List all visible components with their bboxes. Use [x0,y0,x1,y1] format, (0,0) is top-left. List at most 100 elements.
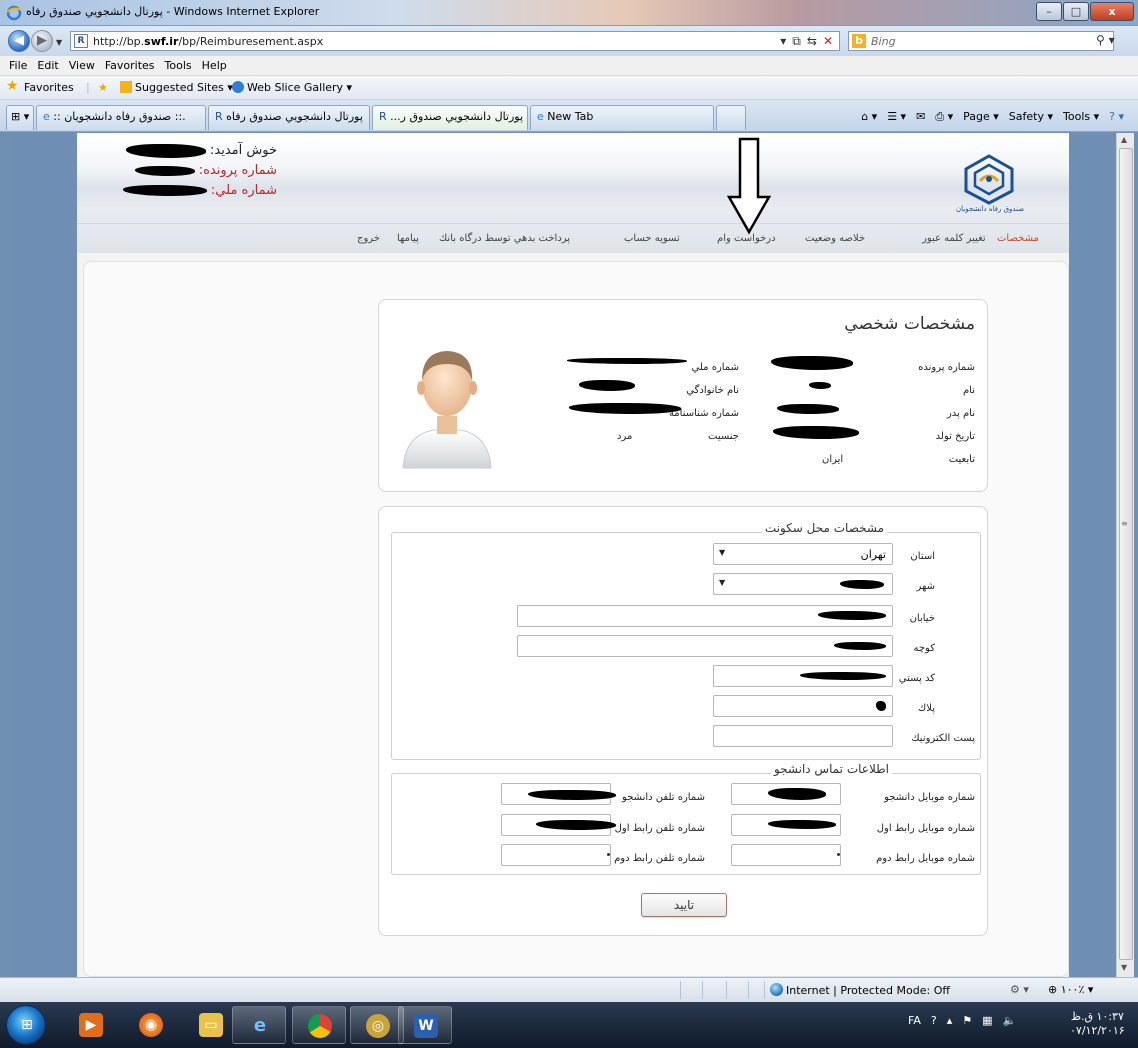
taskbar-word[interactable]: W [398,1006,452,1044]
security-zone[interactable]: Internet | Protected Mode: Off [770,983,950,997]
web-slice-gallery-link[interactable]: Web Slice Gallery ▾ [232,81,352,94]
home-icon[interactable]: ⌂ ▾ [861,110,877,124]
recent-pages-dropdown-icon[interactable]: ▼ [56,38,62,47]
nav-messages[interactable]: پيامها [397,233,419,244]
protected-mode-icon[interactable]: ⚙ ▾ [1010,983,1029,996]
city-label: شهر [916,581,935,592]
first-contact-phone-input[interactable] [501,814,616,836]
menu-edit[interactable]: Edit [32,56,63,75]
page-menu[interactable]: Page ▾ [963,110,999,124]
second-contact-mobile-input[interactable] [731,844,841,866]
favorites-button[interactable]: Favorites [24,81,74,94]
safety-menu[interactable]: Safety ▾ [1009,110,1053,124]
nav-profile[interactable]: مشخصات [997,233,1039,244]
alley-label: كوچه [913,643,935,654]
taskbar-internet-explorer[interactable]: e [232,1006,286,1044]
nav-logout[interactable]: خروج [357,233,380,244]
scroll-thumb[interactable] [1119,148,1133,960]
postal-code-input[interactable] [713,665,893,687]
student-mobile-input[interactable] [731,783,841,805]
file-number-label: شماره پرونده [918,362,975,373]
search-input[interactable]: b Bing [848,31,1114,51]
scroll-up-icon[interactable]: ▲ [1121,135,1127,144]
language-indicator[interactable]: FA [908,1014,921,1027]
redacted-first-contact-mobile [768,820,836,829]
city-select[interactable]: ▼ [713,573,893,595]
stop-icon[interactable]: ✕ [823,34,833,49]
redacted-birth-date [773,426,859,439]
network-icon[interactable]: ▦ [982,1014,992,1027]
minimize-button[interactable]: – [1036,2,1062,21]
plaque-label: پلاك [918,703,935,714]
maximize-button[interactable]: □ [1063,2,1089,21]
nav-debt-payment[interactable]: پرداخت بدهي توسط درگاه بانك [439,233,570,244]
nav-change-password[interactable]: تغيير كلمه عبور [922,233,986,244]
nav-status-summary[interactable]: خلاصه وضعيت [805,233,865,244]
first-contact-phone-label: شماره تلفن رابط اول [614,823,705,834]
feeds-icon[interactable]: ☰ ▾ [887,110,906,124]
url-field[interactable]: R http://bp.swf.ir/bp/Reimburesement.asp… [70,31,840,51]
street-input[interactable] [517,605,893,627]
folder-icon: ▭ [199,1013,223,1037]
tools-menu[interactable]: Tools ▾ [1063,110,1099,124]
vertical-scrollbar[interactable]: ▲ ≡ ▼ [1116,133,1134,977]
menu-view[interactable]: View [64,56,100,75]
quick-tabs-button[interactable]: ⊞ ▾ [6,105,34,130]
first-contact-mobile-input[interactable] [731,814,841,836]
taskbar-firefox[interactable]: ◉ [124,1006,178,1044]
page-viewport: خوش آمديد: شماره پرونده: شماره ملي: صندو… [11,133,1116,977]
help-icon[interactable]: ? [931,1014,937,1027]
close-tab-icon[interactable]: ✕ [527,110,528,123]
menu-help[interactable]: Help [197,56,232,75]
tab-portal-active[interactable]: R ...پورتال دانشجويي صندوق ر ✕ [372,105,528,130]
refresh-icon[interactable]: ⇆ [807,34,817,49]
province-select[interactable]: تهران ▼ [713,543,893,565]
second-contact-phone-input[interactable] [501,844,611,866]
print-icon[interactable]: ⎙ ▾ [935,110,953,124]
tab-new[interactable]: e New Tab [530,105,714,130]
scroll-down-icon[interactable]: ▼ [1121,963,1127,972]
taskbar-media-player[interactable]: ▶ [64,1006,118,1044]
compatibility-view-icon[interactable]: ⧉ [792,34,801,49]
system-clock[interactable]: ۱۰:۳۷ ق.ظ ۰۷/۱۲/۲۰۱۶ [1070,1010,1125,1038]
redacted-national-id [122,185,207,196]
action-center-icon[interactable]: ⚑ [962,1014,972,1027]
student-phone-input[interactable] [501,783,616,805]
email-input[interactable] [713,725,893,747]
volume-icon[interactable]: 🔈 [1003,1014,1017,1027]
menu-file[interactable]: File [4,56,32,75]
separator: | [86,81,90,94]
nav-settlement[interactable]: تسويه حساب [624,233,680,244]
menu-favorites[interactable]: Favorites [100,56,160,75]
gender-label: جنسيت [708,431,739,442]
ie-tab-icon: e [537,110,544,123]
mail-icon[interactable]: ✉ [916,110,925,124]
chevron-down-icon: ▼ [719,578,726,587]
back-button[interactable]: ◀ [8,30,30,52]
forward-button[interactable]: ▶ [31,30,53,52]
alley-input[interactable] [517,635,893,657]
close-button[interactable]: x [1090,2,1134,21]
national-id-label: شماره ملي [691,362,739,373]
dropdown-icon[interactable]: ▾ [780,34,786,49]
ie-logo-icon [6,5,22,21]
tab-swf-home[interactable]: e :: صندوق رفاه دانشجويان ::. [36,105,206,130]
tab-portal[interactable]: R پورتال دانشجويي صندوق رفاه [208,105,370,130]
new-tab-button[interactable] [716,105,746,130]
start-button[interactable]: ⊞ [6,1005,46,1045]
add-favorite-icon[interactable]: ★ [98,81,108,94]
zoom-level[interactable]: ⊕ ۱۰۰٪ ▾ [1048,983,1093,996]
taskbar-explorer[interactable]: ▭ [184,1006,238,1044]
redacted-city [840,580,884,589]
plaque-input[interactable] [713,695,893,717]
file-number-label: شماره پرونده: [198,163,277,178]
taskbar-chrome[interactable] [292,1006,346,1044]
tray-chevron-icon[interactable]: ▴ [947,1014,953,1027]
main-panel: مشخصات شخصي شماره پرونده نام نام پدر تار… [83,261,1069,977]
help-icon[interactable]: ? ▾ [1109,110,1124,124]
search-icon[interactable]: ⚲ ▾ [1096,33,1115,47]
suggested-sites-link[interactable]: Suggested Sites ▾ [120,81,233,94]
taskbar-coins-app[interactable]: ◎ [350,1006,404,1044]
confirm-button[interactable]: تاييد [641,893,727,917]
menu-tools[interactable]: Tools [160,56,197,75]
